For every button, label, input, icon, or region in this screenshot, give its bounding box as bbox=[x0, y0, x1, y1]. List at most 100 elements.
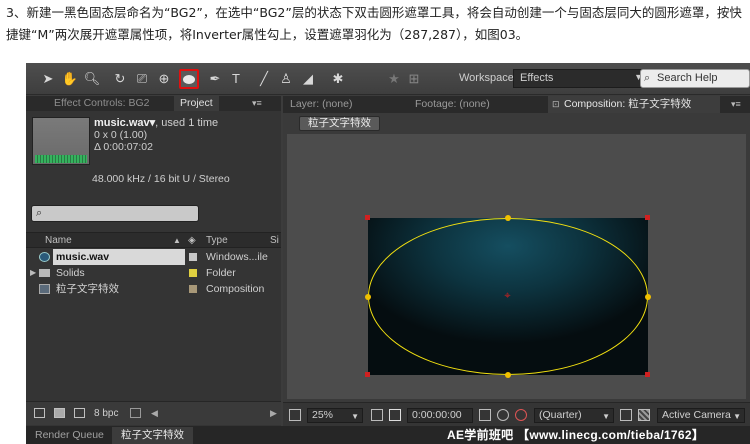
mask-vertex-handle[interactable] bbox=[645, 294, 651, 300]
anchor-point-icon[interactable]: ⌖ bbox=[502, 291, 513, 302]
tab-timeline-composition[interactable]: 粒子文字特效 bbox=[112, 427, 193, 444]
interpret-footage-icon[interactable] bbox=[34, 408, 45, 418]
viewer-control-bar: 25% ▼ 0:00:00:00 (Quarter) ▼ Active Came… bbox=[283, 402, 750, 426]
column-type[interactable]: Type bbox=[206, 234, 228, 248]
file-dimensions: 0 x 0 (1.00) bbox=[94, 129, 148, 141]
panel-menu-icon[interactable]: ▾≡ bbox=[731, 97, 741, 112]
selection-tool-icon[interactable]: ➤ bbox=[38, 69, 58, 89]
puppet-tool-icon[interactable]: ✱ bbox=[328, 69, 348, 89]
workspace-value: Effects bbox=[520, 72, 554, 84]
tab-layer[interactable]: Layer: (none) bbox=[283, 96, 388, 113]
tab-composition-label: Composition: 粒子文字特效 bbox=[564, 98, 692, 110]
project-item-solids[interactable]: ▶ Solids Folder bbox=[26, 265, 281, 281]
tab-composition[interactable]: ⊡ Composition: 粒子文字特效 bbox=[548, 96, 720, 113]
project-item-music[interactable]: music.wav Windows...ile bbox=[26, 249, 281, 265]
search-help-input[interactable]: ⌕ Search Help bbox=[640, 69, 750, 88]
item-type: Folder bbox=[206, 267, 236, 279]
pen-tool-icon[interactable]: ✒ bbox=[205, 69, 225, 89]
file-title: music.wav▾, used 1 time bbox=[94, 116, 218, 129]
item-name: Solids bbox=[56, 267, 85, 279]
mask-vertex-handle[interactable] bbox=[365, 294, 371, 300]
eraser-tool-icon[interactable]: ◢ bbox=[298, 69, 318, 89]
camera-view-select[interactable]: Active Camera ▼ bbox=[657, 408, 745, 423]
search-help-placeholder: Search Help bbox=[657, 72, 718, 84]
current-time-field[interactable]: 0:00:00:00 bbox=[407, 408, 473, 423]
rotate-tool-icon[interactable]: ↻ bbox=[110, 69, 130, 89]
audio-info: 48.000 kHz / 16 bit U / Stereo bbox=[92, 173, 230, 185]
search-icon: ⌕ bbox=[644, 72, 651, 84]
audio-file-icon bbox=[39, 252, 50, 262]
hand-tool-icon[interactable]: ✋ bbox=[60, 69, 80, 89]
scroll-right-icon[interactable]: ▶ bbox=[270, 408, 277, 419]
sort-ascending-icon[interactable]: ▲ bbox=[173, 234, 181, 248]
project-item-composition[interactable]: 粒子文字特效 Composition bbox=[26, 281, 281, 297]
tools-toolbar: ➤ ✋ 🔍︎ ↻ ⎚ ⊕ ✒ T ╱ ♙ ◢ ✱ ★ ⊞ Workspace: … bbox=[26, 63, 750, 95]
mask-vertex-handle[interactable] bbox=[505, 215, 511, 221]
timeline-tab-bar: Render Queue 粒子文字特效 AE学前班吧 【www.linecg.c… bbox=[26, 426, 750, 444]
show-snapshot-icon[interactable] bbox=[497, 409, 509, 421]
label-color-swatch bbox=[189, 269, 197, 277]
mask-visibility-icon[interactable] bbox=[389, 409, 401, 421]
mask-vertex-handle[interactable] bbox=[505, 372, 511, 378]
column-size[interactable]: Si bbox=[270, 234, 279, 248]
always-preview-icon[interactable] bbox=[289, 409, 301, 421]
project-panel: Effect Controls: BG2 Project ▾≡ music.wa… bbox=[26, 96, 281, 426]
layer-corner-handle[interactable] bbox=[365, 215, 370, 220]
label-color-swatch bbox=[189, 285, 197, 293]
tab-effect-controls[interactable]: Effect Controls: BG2 bbox=[48, 96, 156, 111]
solid-layer-bg2[interactable]: ⌖ bbox=[365, 215, 651, 378]
after-effects-window: ➤ ✋ 🔍︎ ↻ ⎚ ⊕ ✒ T ╱ ♙ ◢ ✱ ★ ⊞ Workspace: … bbox=[26, 63, 750, 444]
star-icon[interactable]: ★ bbox=[384, 69, 404, 89]
color-channels-icon[interactable] bbox=[515, 409, 527, 421]
waveform-icon bbox=[35, 155, 87, 163]
trash-icon[interactable] bbox=[130, 408, 141, 418]
new-folder-icon[interactable] bbox=[54, 408, 65, 418]
item-type: Windows...ile bbox=[206, 251, 268, 263]
scroll-left-icon[interactable]: ◀ bbox=[151, 408, 158, 419]
tab-footage[interactable]: Footage: (none) bbox=[408, 96, 528, 113]
magnification-select[interactable]: 25% ▼ bbox=[307, 408, 363, 423]
layer-corner-handle[interactable] bbox=[645, 215, 650, 220]
column-name[interactable]: Name bbox=[45, 234, 72, 248]
composition-viewer[interactable]: ⌖ bbox=[287, 134, 746, 399]
pan-behind-tool-icon[interactable]: ⊕ bbox=[154, 69, 174, 89]
region-of-interest-icon[interactable] bbox=[620, 409, 632, 421]
snapshot-icon[interactable] bbox=[479, 409, 491, 421]
workspace-select[interactable]: Effects ▼ bbox=[513, 69, 648, 88]
label-color-swatch bbox=[189, 253, 197, 261]
layer-corner-handle[interactable] bbox=[645, 372, 650, 377]
comp-navigator-chip[interactable]: 粒子文字特效 bbox=[299, 116, 380, 131]
expand-arrow-icon[interactable]: ▶ bbox=[30, 265, 36, 281]
axis-icon[interactable]: ⊞ bbox=[404, 69, 424, 89]
workspace-label: Workspace: bbox=[459, 72, 517, 84]
viewer-tab-bar: Layer: (none) Footage: (none) ⊡ Composit… bbox=[283, 96, 750, 113]
bit-depth-button[interactable]: 8 bpc bbox=[94, 408, 118, 419]
brush-tool-icon[interactable]: ╱ bbox=[254, 69, 274, 89]
resolution-select[interactable]: (Quarter) ▼ bbox=[534, 408, 614, 423]
tab-project[interactable]: Project bbox=[174, 96, 219, 111]
lock-icon[interactable]: ⊡ bbox=[552, 96, 560, 113]
project-list-header: Name ▲ ◈ Type Si bbox=[26, 232, 281, 248]
new-composition-icon[interactable] bbox=[74, 408, 85, 418]
clone-stamp-tool-icon[interactable]: ♙ bbox=[276, 69, 296, 89]
chevron-down-icon: ▼ bbox=[733, 412, 741, 421]
layer-corner-handle[interactable] bbox=[365, 372, 370, 377]
ellipse-tool-button[interactable] bbox=[179, 69, 199, 89]
camera-tool-icon[interactable]: ⎚ bbox=[132, 69, 152, 89]
type-tool-icon[interactable]: T bbox=[226, 69, 246, 89]
resolution-value: (Quarter) bbox=[539, 409, 582, 421]
ellipse-icon bbox=[183, 75, 195, 84]
file-thumbnail bbox=[32, 117, 90, 165]
camera-view-value: Active Camera bbox=[662, 409, 731, 421]
item-type: Composition bbox=[206, 283, 265, 295]
file-used: , used 1 time bbox=[155, 117, 219, 129]
item-name: music.wav bbox=[53, 249, 185, 265]
zoom-tool-icon[interactable]: 🔍︎ bbox=[82, 69, 102, 89]
grid-guides-icon[interactable] bbox=[371, 409, 383, 421]
project-search-input[interactable]: ⌕ bbox=[31, 205, 199, 222]
project-bottom-bar: 8 bpc ◀ ▶ bbox=[26, 401, 281, 425]
tab-render-queue[interactable]: Render Queue bbox=[26, 427, 113, 444]
transparency-grid-icon[interactable] bbox=[638, 409, 650, 421]
label-tag-icon[interactable]: ◈ bbox=[188, 234, 196, 248]
panel-menu-icon[interactable]: ▾≡ bbox=[252, 96, 262, 111]
